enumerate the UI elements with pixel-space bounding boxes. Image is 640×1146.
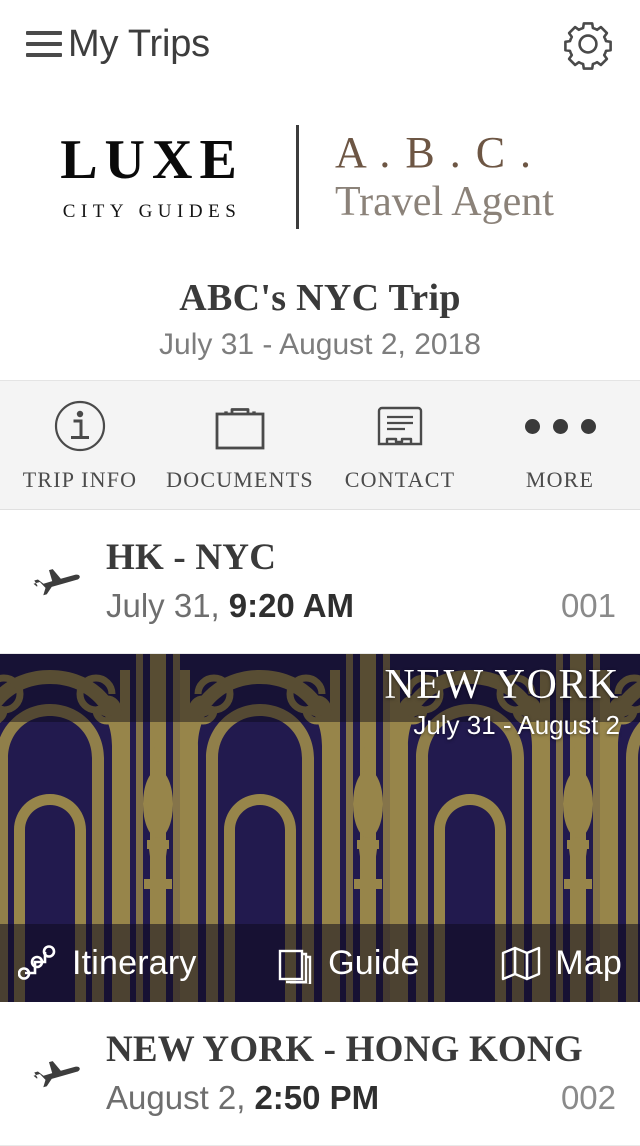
itinerary-label: Itinerary xyxy=(72,943,197,982)
trip-dates: July 31 - August 2, 2018 xyxy=(159,328,481,361)
flight-number: 002 xyxy=(560,1079,616,1116)
branding-row: LUXE CITY GUIDES A . B . C . Travel Agen… xyxy=(0,102,640,252)
luxe-tagline: CITY GUIDES xyxy=(62,200,242,222)
flight-number: 001 xyxy=(560,587,616,624)
page-title: My Trips xyxy=(68,22,210,65)
briefcase-icon xyxy=(209,397,271,455)
flight-route: HK - NYC xyxy=(106,537,277,578)
flight-row[interactable]: HK - NYC July 31, 9:20 AM 001 xyxy=(0,510,640,654)
luxe-wordmark: LUXE xyxy=(60,128,244,191)
tab-more[interactable]: MORE xyxy=(480,397,640,493)
ellipsis-icon xyxy=(524,397,596,455)
route-nodes-icon xyxy=(18,945,56,980)
agent-logo: A . B . C . Travel Agent xyxy=(335,127,620,226)
flight-time: 9:20 AM xyxy=(228,587,355,624)
itinerary-button[interactable]: Itinerary xyxy=(18,942,197,984)
gear-icon[interactable] xyxy=(562,18,614,70)
flight-route: NEW YORK - HONG KONG xyxy=(106,1029,583,1070)
flight-row[interactable]: NEW YORK - HONG KONG August 2, 2:50 PM 0… xyxy=(0,1002,640,1146)
map-label: Map xyxy=(555,943,622,982)
airplane-icon xyxy=(24,1047,86,1099)
tab-trip-info[interactable]: TRIP INFO xyxy=(0,397,160,493)
flight-details: HK - NYC July 31, 9:20 AM 001 xyxy=(106,536,616,625)
flight-details: NEW YORK - HONG KONG August 2, 2:50 PM 0… xyxy=(106,1028,616,1117)
trip-tab-bar: TRIP INFO DOCUMENTS CONTACT MORE xyxy=(0,380,640,510)
top-bar: My Trips xyxy=(0,0,640,88)
guide-button[interactable]: Guide xyxy=(276,942,420,984)
destination-city: NEW YORK xyxy=(384,662,620,708)
agent-name: A . B . C . xyxy=(335,127,534,177)
tab-label: CONTACT xyxy=(344,467,456,492)
folded-map-icon xyxy=(502,946,541,981)
guide-label: Guide xyxy=(328,943,420,982)
tab-label: TRIP INFO xyxy=(22,467,138,492)
certificate-icon xyxy=(371,397,429,455)
flight-date: August 2, xyxy=(106,1079,246,1116)
tab-label: MORE xyxy=(525,467,595,492)
tab-contact[interactable]: CONTACT xyxy=(320,397,480,493)
tab-label: DOCUMENTS xyxy=(166,467,314,492)
destination-heading: NEW YORK July 31 - August 2 xyxy=(384,662,620,741)
airplane-icon xyxy=(24,555,86,607)
trip-title: ABC's NYC Trip xyxy=(179,277,461,319)
hamburger-menu-icon[interactable] xyxy=(26,29,62,59)
destination-action-bar: Itinerary Guide Map xyxy=(0,924,640,1002)
flight-date: July 31, xyxy=(106,587,220,624)
info-circle-icon xyxy=(52,397,108,455)
app-screen: My Trips LUXE CITY GUIDES A . B . C . Tr… xyxy=(0,0,640,1146)
agent-role: Travel Agent xyxy=(335,179,554,226)
logo-divider xyxy=(296,125,299,229)
book-stack-icon xyxy=(278,949,312,984)
tab-documents[interactable]: DOCUMENTS xyxy=(160,397,320,493)
trip-heading: ABC's NYC Trip July 31 - August 2, 2018 xyxy=(0,252,640,380)
flight-time: 2:50 PM xyxy=(254,1079,380,1116)
map-button[interactable]: Map xyxy=(499,942,622,984)
luxe-logo: LUXE CITY GUIDES xyxy=(20,132,278,223)
destination-card[interactable]: NEW YORK July 31 - August 2 Itinerary Gu… xyxy=(0,654,640,1002)
destination-dates: July 31 - August 2 xyxy=(413,710,620,741)
